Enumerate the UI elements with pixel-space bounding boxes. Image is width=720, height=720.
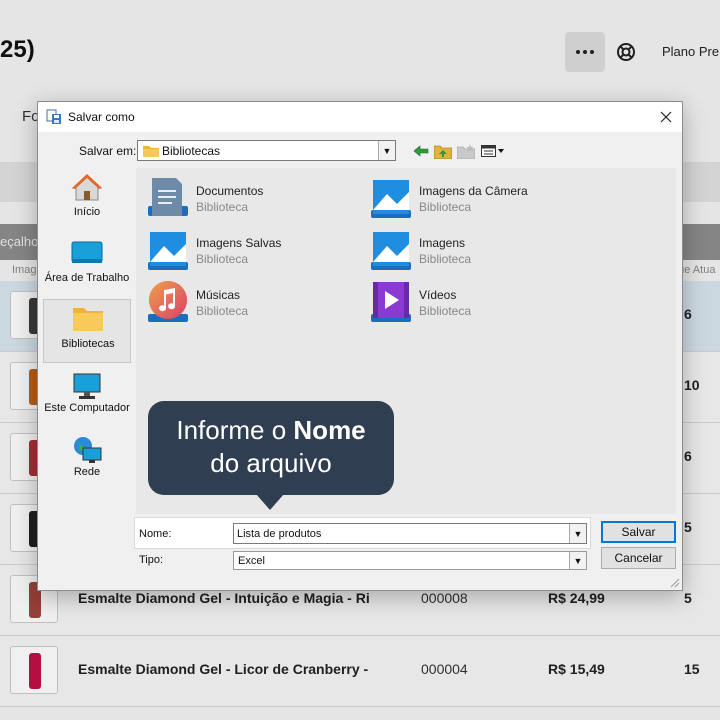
place-este-computador[interactable]: Este Computador: [43, 368, 131, 432]
place-bibliotecas[interactable]: Bibliotecas: [43, 299, 131, 363]
filename-field[interactable]: ▼: [233, 523, 587, 544]
filetype-dropdown[interactable]: Excel ▼: [233, 551, 587, 570]
tooltip-bold-text: Nome: [293, 415, 366, 445]
place-label: Este Computador: [44, 402, 130, 414]
camera-roll-library-icon: [371, 180, 411, 218]
back-arrow-icon: [413, 145, 429, 157]
music-library-icon: [148, 281, 188, 322]
place-area-de-trabalho[interactable]: Área de Trabalho: [43, 234, 131, 298]
network-icon: [74, 437, 102, 463]
save-in-label: Salvar em:: [79, 144, 137, 158]
list-item-imagens-salvas[interactable]: Imagens Salvas Biblioteca: [146, 228, 356, 276]
folder-icon: [143, 146, 159, 157]
file-name: Imagens: [419, 236, 466, 250]
file-type: Biblioteca: [196, 252, 249, 266]
new-folder-button[interactable]: [456, 142, 476, 160]
filename-input[interactable]: [234, 524, 570, 543]
list-item-imagens-da-camera[interactable]: Imagens da Câmera Biblioteca: [369, 176, 579, 224]
place-label: Rede: [73, 466, 101, 478]
desktop-icon: [71, 241, 103, 263]
save-button[interactable]: Salvar: [601, 521, 676, 543]
dialog-titlebar: Salvar como: [38, 102, 682, 132]
resize-grip-icon[interactable]: [670, 578, 680, 588]
chevron-down-icon[interactable]: ▼: [569, 524, 586, 543]
filetype-label: Tipo:: [139, 554, 164, 566]
place-label: Bibliotecas: [61, 338, 115, 350]
save-as-dialog: Salvar como Salvar em: Bibliotecas ▼ Iní…: [37, 101, 683, 591]
up-folder-icon: [434, 145, 452, 159]
list-item-documentos[interactable]: Documentos Biblioteca: [146, 176, 356, 224]
new-folder-icon: [457, 143, 475, 159]
close-icon: [660, 111, 672, 123]
chevron-down-icon[interactable]: ▼: [378, 141, 395, 160]
place-label: Início: [73, 206, 101, 218]
view-menu-button[interactable]: [480, 142, 506, 160]
back-button[interactable]: [411, 142, 431, 160]
file-type: Biblioteca: [419, 304, 472, 318]
file-type: Biblioteca: [196, 304, 249, 318]
place-inicio[interactable]: Início: [43, 168, 131, 232]
close-button[interactable]: [650, 102, 682, 132]
videos-library-icon: [371, 282, 411, 322]
file-type: Biblioteca: [419, 200, 472, 214]
file-name: Vídeos: [419, 288, 457, 302]
chevron-down-icon[interactable]: ▼: [569, 552, 586, 569]
save-in-value: Bibliotecas: [162, 144, 221, 158]
pictures-library-icon: [371, 232, 411, 270]
place-rede[interactable]: Rede: [43, 432, 131, 496]
computer-icon: [73, 373, 101, 399]
save-in-dropdown[interactable]: Bibliotecas ▼: [137, 140, 396, 161]
list-item-imagens[interactable]: Imagens Biblioteca: [369, 228, 579, 276]
file-name: Imagens da Câmera: [419, 184, 528, 198]
save-dialog-icon: [46, 109, 61, 124]
up-folder-button[interactable]: [433, 142, 453, 160]
tooltip-line-2: do arquivo: [210, 448, 332, 478]
libraries-icon: [73, 308, 103, 331]
tooltip-text: Informe o: [176, 415, 294, 445]
tooltip-tail: [256, 494, 284, 510]
list-item-videos[interactable]: Vídeos Biblioteca: [369, 280, 579, 328]
file-name: Documentos: [196, 184, 264, 198]
filename-label: Nome:: [139, 528, 172, 540]
file-type: Biblioteca: [196, 200, 249, 214]
places-bar: Início Área de Trabalho Bibliotecas Este…: [43, 168, 133, 514]
place-label: Área de Trabalho: [44, 272, 130, 284]
dialog-title: Salvar como: [68, 110, 135, 124]
file-type: Biblioteca: [419, 252, 472, 266]
cancel-button[interactable]: Cancelar: [601, 547, 676, 569]
file-name: Imagens Salvas: [196, 236, 282, 250]
home-icon: [71, 174, 103, 201]
tooltip-line-1: Informe o Nome: [148, 414, 394, 447]
file-name: Músicas: [196, 288, 241, 302]
documents-library-icon: [148, 178, 188, 216]
view-menu-icon: [481, 145, 504, 157]
list-item-musicas[interactable]: Músicas Biblioteca: [146, 280, 356, 328]
filetype-value: Excel: [238, 555, 265, 567]
tooltip-callout: Informe o Nome do arquivo: [148, 401, 394, 495]
saved-pictures-library-icon: [148, 232, 188, 270]
